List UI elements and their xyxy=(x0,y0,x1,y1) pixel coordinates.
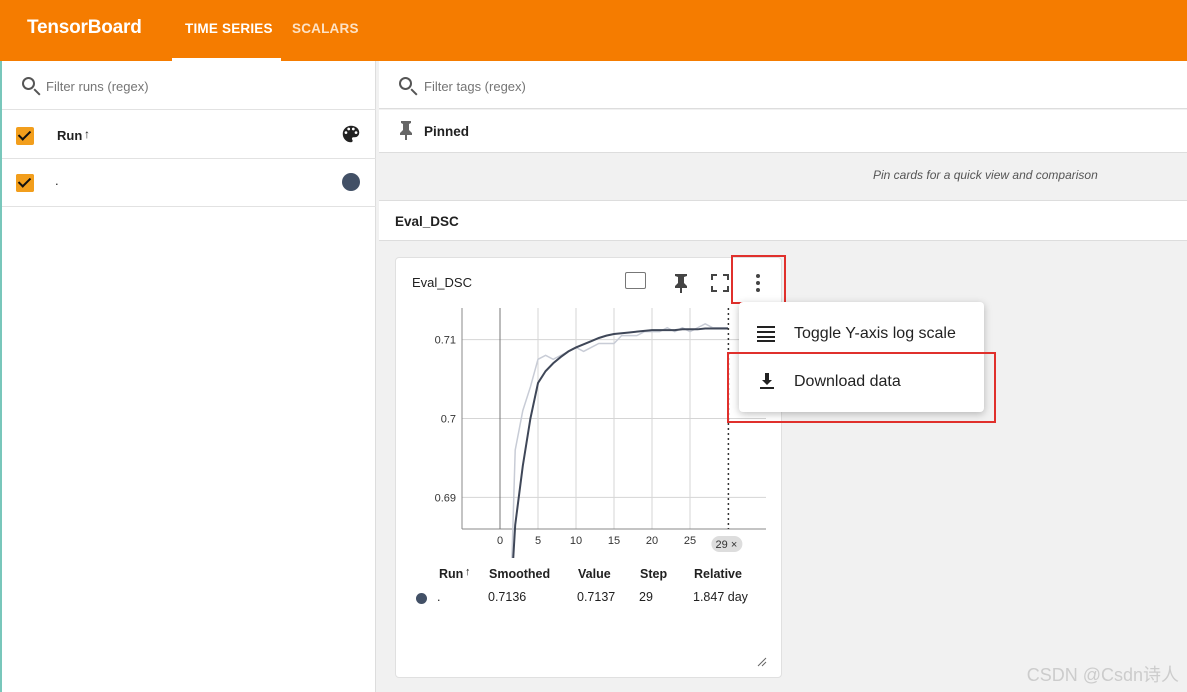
header-checkbox[interactable] xyxy=(16,127,34,145)
tag-filter-input[interactable] xyxy=(424,76,674,96)
card-title: Eval_DSC xyxy=(412,275,472,290)
runs-sidebar: Run ↑ . xyxy=(0,61,376,692)
list-icon xyxy=(757,326,775,342)
table-run-value: . xyxy=(437,590,441,604)
table-smoothed-value: 0.7136 xyxy=(488,590,527,604)
run-filter-input[interactable] xyxy=(46,76,296,96)
x-tick-label: 10 xyxy=(570,535,582,547)
smoothed-column-header: Smoothed xyxy=(489,567,551,581)
pin-card-icon[interactable] xyxy=(669,271,693,295)
y-tick-label: 0.69 xyxy=(435,492,456,504)
run-name: . xyxy=(55,173,59,188)
value-column-header: Value xyxy=(578,567,611,581)
series-line xyxy=(511,322,728,558)
pinned-section-header: Pinned xyxy=(379,110,1187,153)
search-icon xyxy=(22,77,35,90)
run-row[interactable]: . xyxy=(2,159,376,207)
run-sort-arrow-icon: ↑ xyxy=(465,566,471,578)
x-tick-label: 5 xyxy=(535,535,541,547)
run-column-header: Run xyxy=(439,567,464,581)
run-checkbox[interactable] xyxy=(16,174,34,192)
table-step-value: 29 xyxy=(639,590,653,604)
pin-icon xyxy=(400,121,412,140)
sort-arrow-icon[interactable]: ↑ xyxy=(84,127,90,141)
eval-dsc-group-header: Eval_DSC xyxy=(379,200,1187,241)
x-tick-label: 20 xyxy=(646,535,658,547)
watermark-text: CSDN @Csdn诗人 xyxy=(1026,665,1179,685)
x-tick-label: 0 xyxy=(497,535,503,547)
pinned-title: Pinned xyxy=(424,124,470,139)
resize-handle-icon[interactable] xyxy=(757,657,767,667)
relative-column-header: Relative xyxy=(694,567,742,581)
series-dot xyxy=(416,593,427,604)
y-tick-label: 0.71 xyxy=(435,335,456,347)
tab-scalars[interactable]: SCALARS xyxy=(292,21,359,36)
fit-domain-icon[interactable] xyxy=(625,272,646,289)
tab-time-series[interactable]: TIME SERIES xyxy=(185,21,273,36)
run-table-header: Run ↑ xyxy=(2,110,376,192)
run-filter-row xyxy=(2,61,376,110)
fullscreen-icon[interactable] xyxy=(708,271,732,295)
run-color-swatch[interactable] xyxy=(342,173,360,191)
table-raw-value: 0.7137 xyxy=(577,590,616,604)
toggle-y-log-menu-item[interactable]: Toggle Y-axis log scale xyxy=(739,310,984,358)
app-title: TensorBoard xyxy=(27,17,142,38)
download-data-highlight xyxy=(727,352,996,423)
more-options-highlight xyxy=(731,255,786,304)
step-column-header: Step xyxy=(640,567,668,581)
series-line xyxy=(512,327,728,558)
palette-icon[interactable] xyxy=(340,123,362,145)
pinned-empty-note: Pin cards for a quick view and compariso… xyxy=(873,168,1098,182)
y-tick-label: 0.7 xyxy=(441,414,456,426)
menu-item-label: Toggle Y-axis log scale xyxy=(794,325,956,342)
cursor-step-label: 29 × xyxy=(716,539,738,551)
x-tick-label: 25 xyxy=(684,535,696,547)
tag-filter-row xyxy=(379,61,1187,109)
top-app-bar: TensorBoard TIME SERIES SCALARS xyxy=(0,0,1187,61)
x-tick-label: 15 xyxy=(608,535,620,547)
group-title: Eval_DSC xyxy=(395,214,459,229)
scalar-card: Eval_DSC 0 5 10 15 20 25 0.69 0.7 0.71 29 × Run ↑… xyxy=(395,257,782,678)
run-column-label[interactable]: Run xyxy=(57,128,82,143)
search-icon xyxy=(399,77,412,90)
eval-dsc-line-chart[interactable]: 0 5 10 15 20 25 0.69 0.7 0.71 29 × xyxy=(396,303,783,558)
table-relative-value: 1.847 day xyxy=(693,590,748,604)
